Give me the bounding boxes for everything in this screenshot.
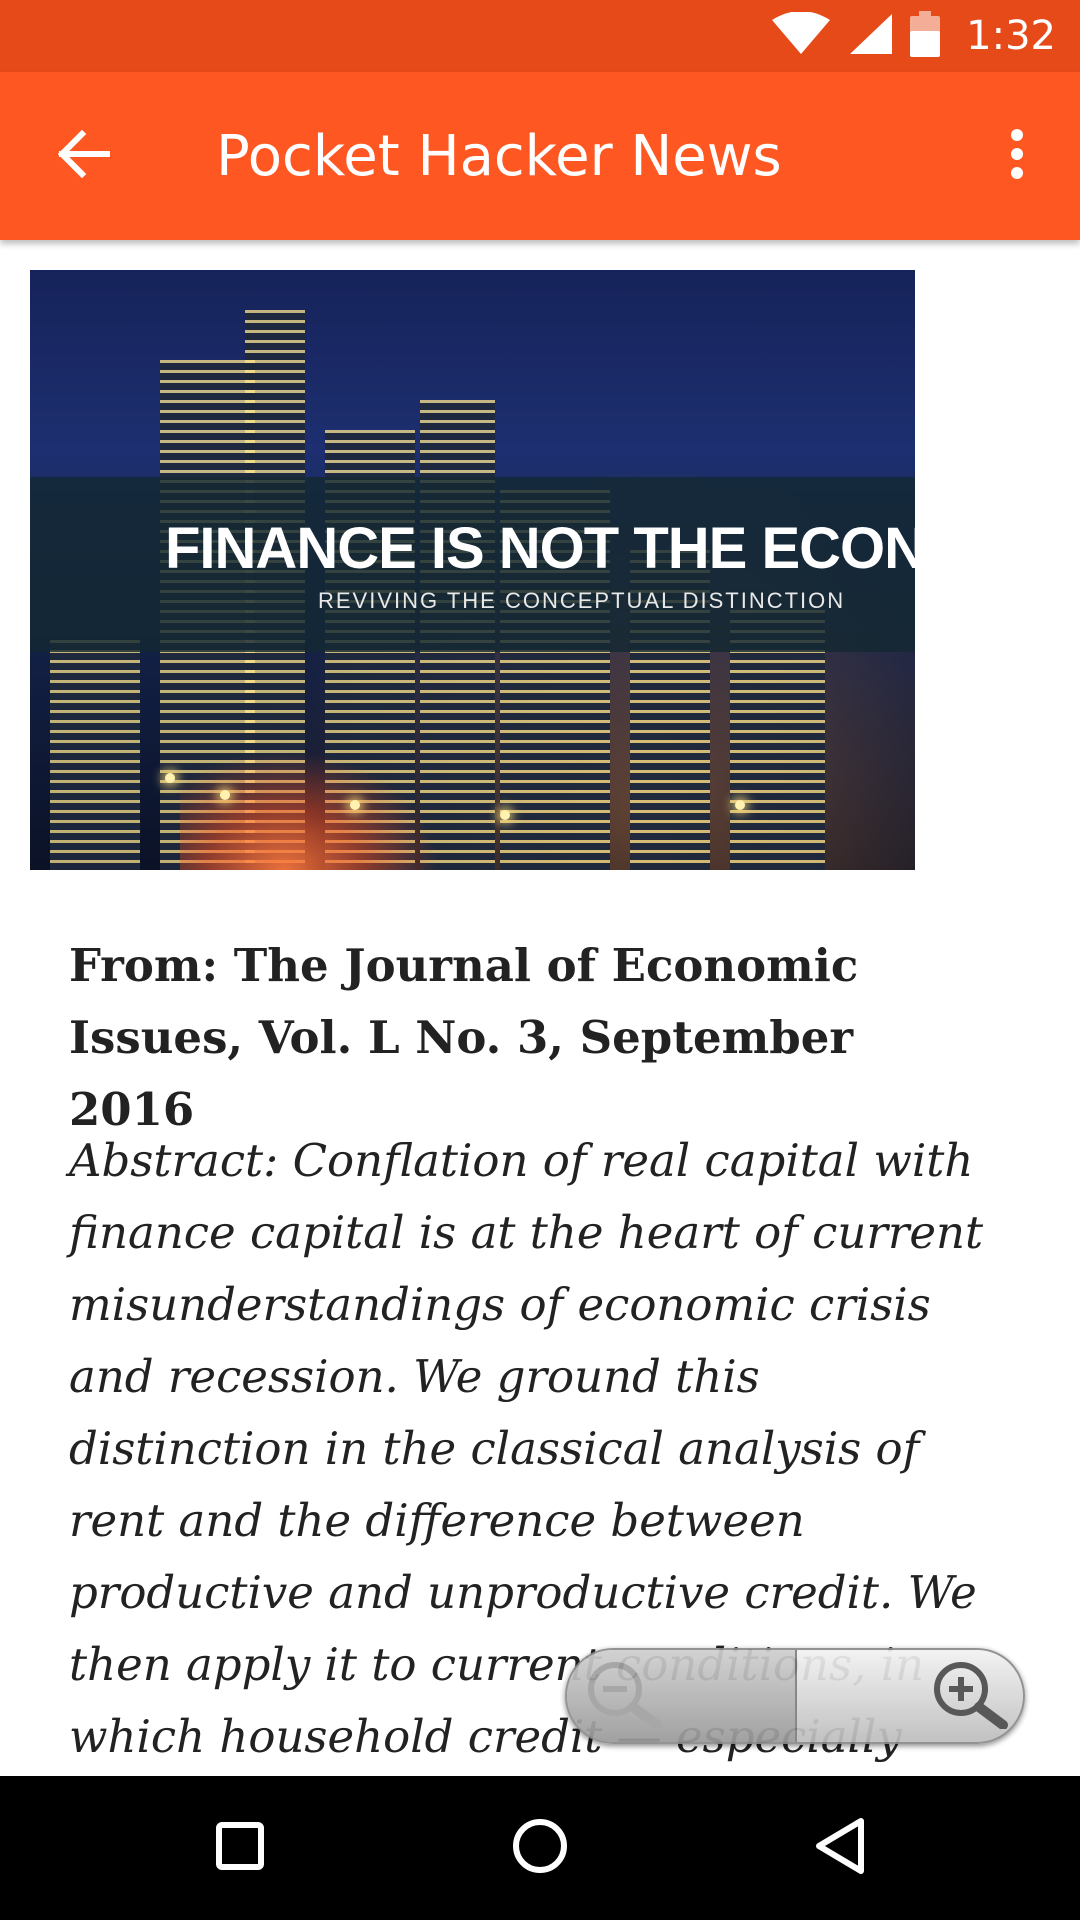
more-vert-icon xyxy=(1010,129,1024,183)
hero-subtitle: REVIVING THE CONCEPTUAL DISTINCTION xyxy=(318,588,846,613)
zoom-in-button[interactable] xyxy=(797,1650,1023,1742)
hero-street-light xyxy=(165,773,175,783)
status-time: 1:32 xyxy=(966,13,1056,59)
hero-street-light xyxy=(735,800,745,810)
home-button[interactable] xyxy=(492,1800,588,1896)
app-title: Pocket Hacker News xyxy=(216,123,782,189)
zoom-in-icon xyxy=(931,1659,1009,1733)
back-triangle-icon xyxy=(813,1816,867,1880)
back-button[interactable] xyxy=(36,108,132,204)
cell-signal-icon xyxy=(848,12,893,60)
hero-street-light xyxy=(220,790,230,800)
zoom-out-icon xyxy=(585,1659,663,1733)
screen: 1:32 Pocket Hacker News FINANCE IS NOT T… xyxy=(0,0,1080,1920)
status-bar: 1:32 xyxy=(0,0,1080,72)
overflow-menu-button[interactable] xyxy=(984,108,1050,204)
article-source: From: The Journal of Economic Issues, Vo… xyxy=(69,939,859,1136)
battery-icon xyxy=(910,11,941,61)
article-content[interactable]: FINANCE IS NOT THE ECONOM REVIVING THE C… xyxy=(0,240,1080,1776)
app-bar: Pocket Hacker News xyxy=(0,72,1080,240)
arrow-back-icon xyxy=(57,129,111,182)
hero-street-light xyxy=(500,810,510,820)
wifi-icon xyxy=(772,11,831,60)
zoom-out-button[interactable] xyxy=(567,1650,797,1742)
zoom-control xyxy=(565,1648,1025,1744)
recents-square-icon xyxy=(216,1822,264,1874)
back-nav-button[interactable] xyxy=(792,1800,888,1896)
hero-building xyxy=(50,640,140,870)
hero-street-light xyxy=(350,800,360,810)
hero-road-lights xyxy=(180,750,440,870)
recents-button[interactable] xyxy=(192,1800,288,1896)
nav-bar xyxy=(0,1776,1080,1920)
hero-title: FINANCE IS NOT THE ECONOM xyxy=(165,516,915,581)
home-circle-icon xyxy=(512,1818,568,1878)
hero-image: FINANCE IS NOT THE ECONOM REVIVING THE C… xyxy=(30,270,915,870)
